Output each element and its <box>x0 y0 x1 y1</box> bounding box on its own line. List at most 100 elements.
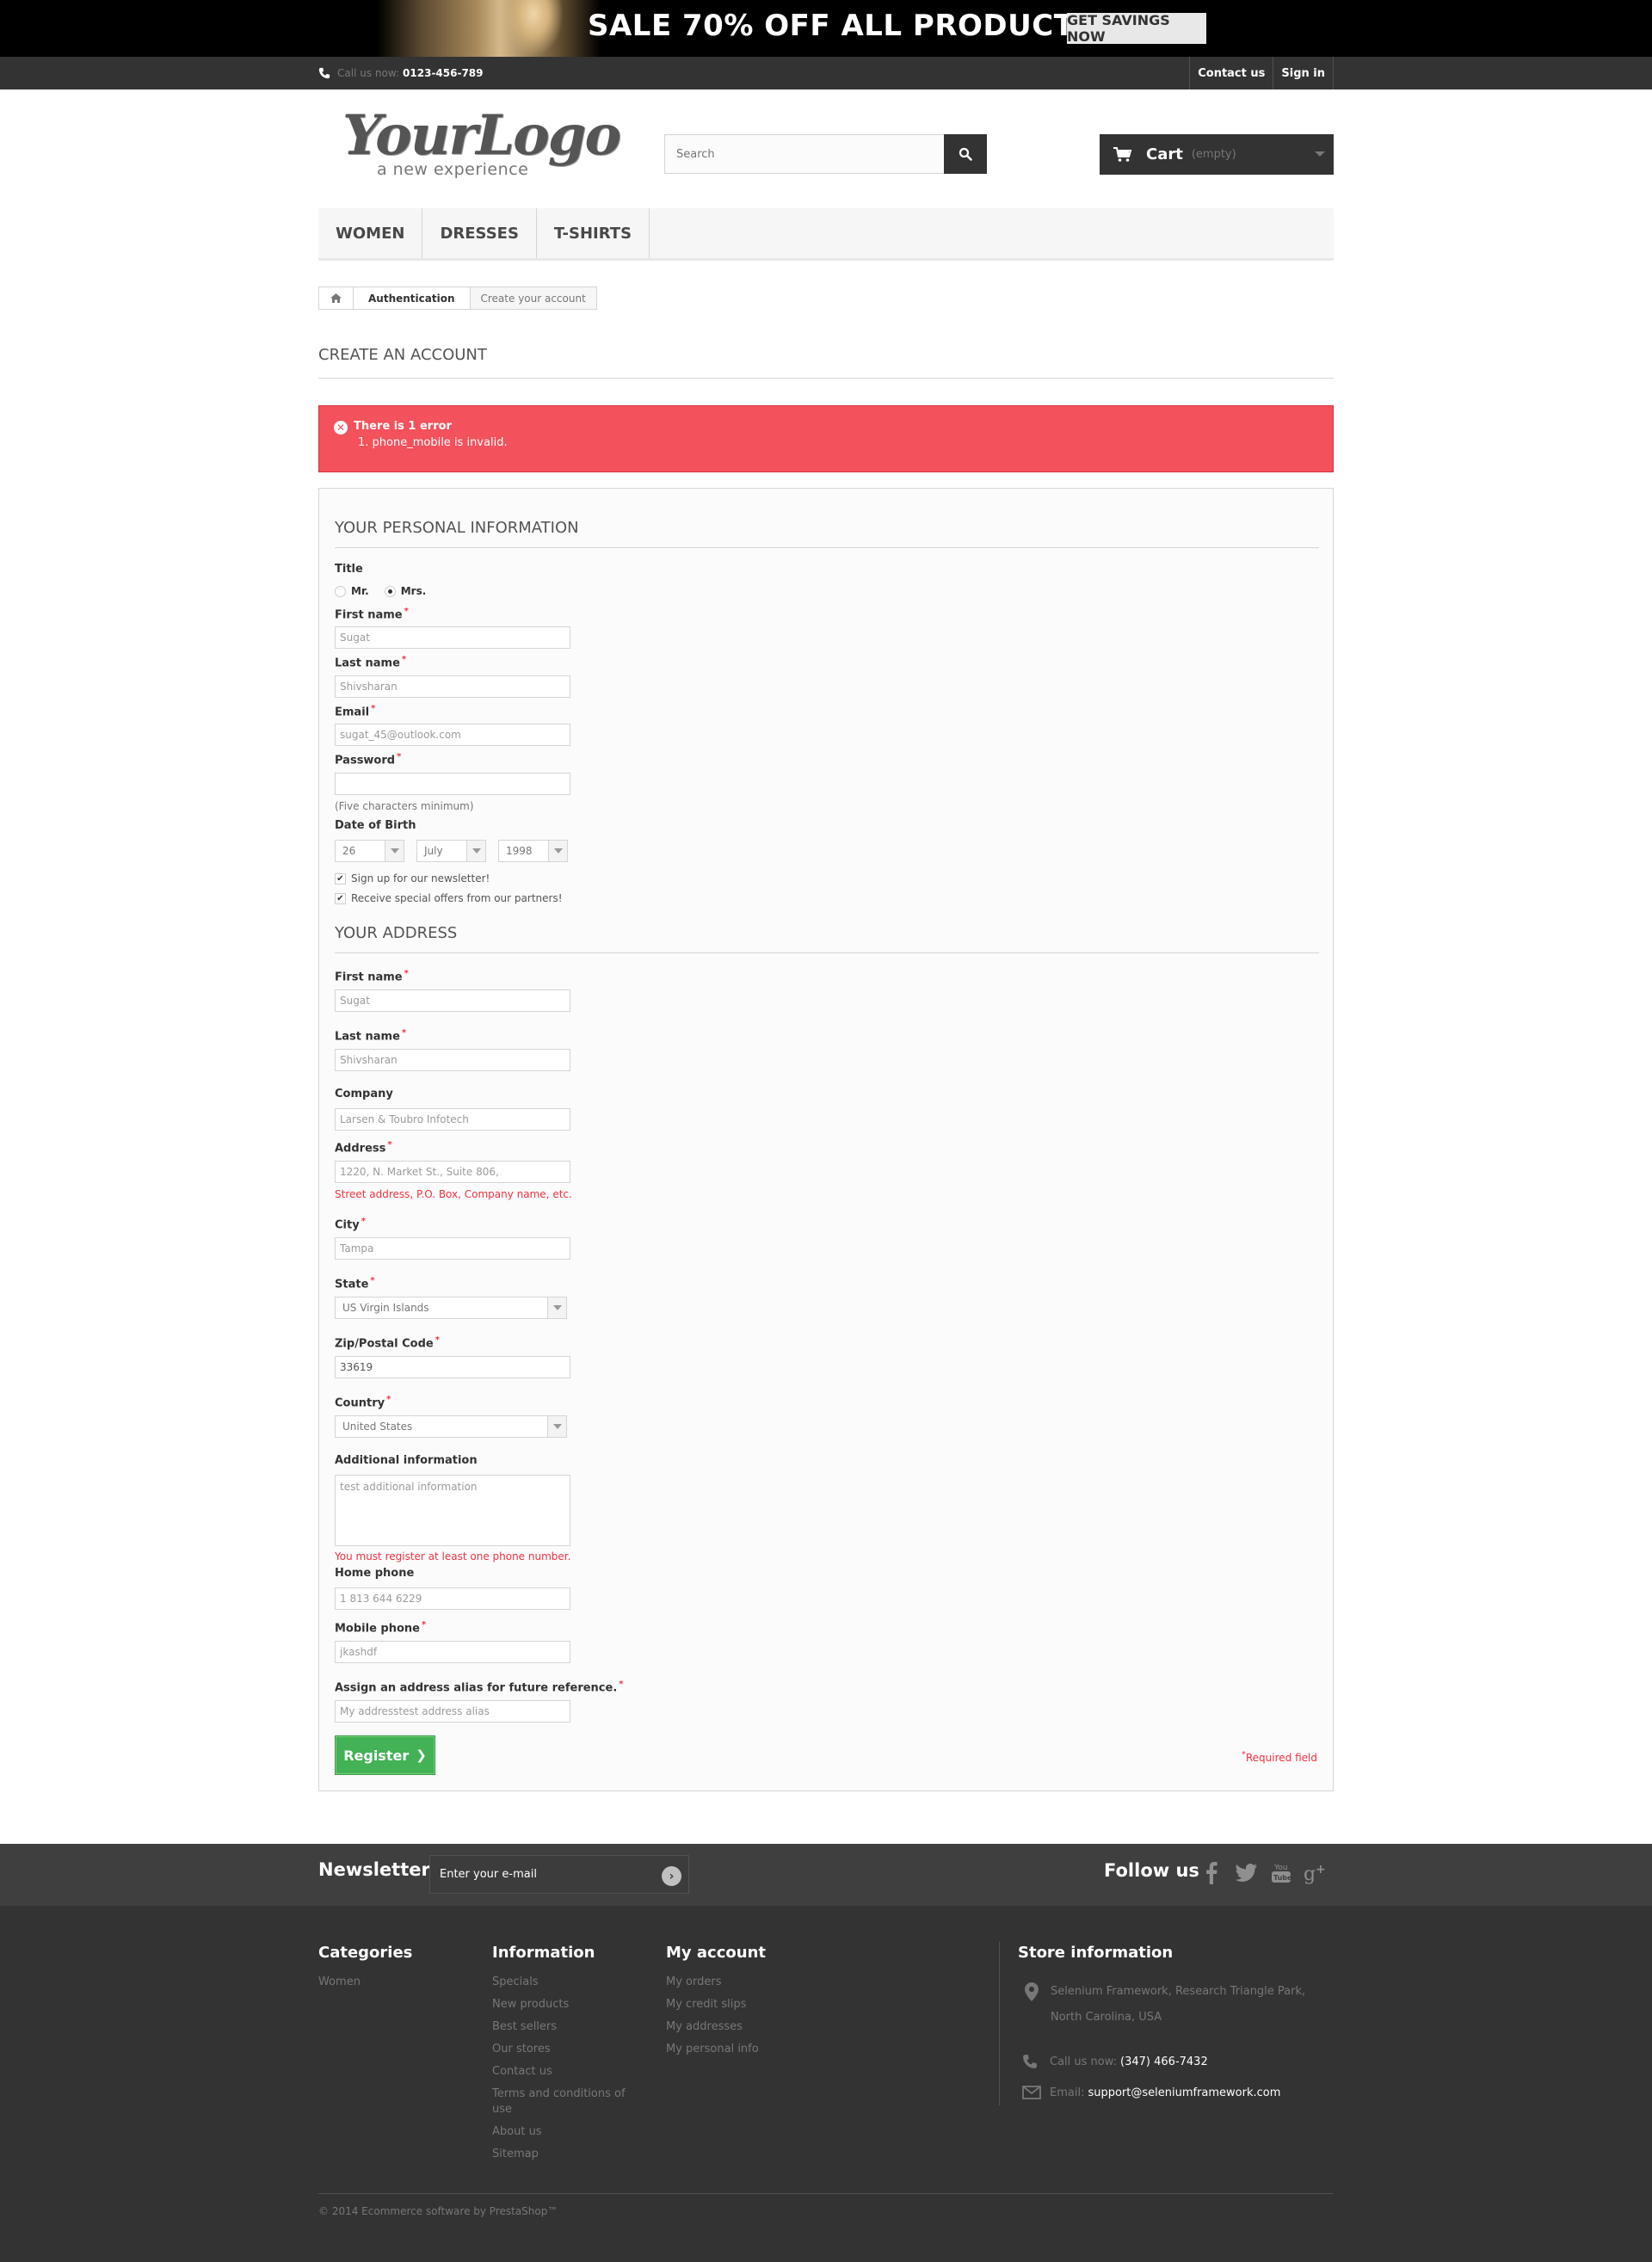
footer-link-terms[interactable]: Terms and conditions of use <box>492 2086 638 2117</box>
main-menu: Women Dresses T-shirts <box>318 208 1334 261</box>
title-label: Title <box>335 563 363 576</box>
additional-info-field[interactable]: test additional information <box>335 1475 570 1546</box>
required-field-note: *Required field <box>1241 1750 1317 1764</box>
dob-day-value: 26 <box>342 845 356 857</box>
addr-first-name-field[interactable] <box>335 989 570 1012</box>
first-name-field[interactable] <box>335 626 570 649</box>
newsletter-bar: Newsletter Enter your e-mail › Follow us… <box>0 1844 1652 1906</box>
menu-item-tshirts[interactable]: T-shirts <box>537 208 650 258</box>
promo-banner[interactable]: SALE 70% OFF ALL PRODUCTS GET SAVINGS NO… <box>0 0 1652 57</box>
nav-phone-number: 0123-456-789 <box>403 67 484 79</box>
twitter-icon[interactable] <box>1234 1861 1258 1885</box>
address-field[interactable] <box>335 1161 570 1183</box>
register-label: Register <box>343 1747 410 1764</box>
dropdown-arrow-icon <box>547 1416 566 1437</box>
footer-link-sitemap[interactable]: Sitemap <box>492 2147 539 2162</box>
company-label: Company <box>335 1088 393 1100</box>
footer-link-credit-slips[interactable]: My credit slips <box>666 1997 746 2012</box>
footer-bottom-divider <box>318 2193 1334 2194</box>
footer-link-our-stores[interactable]: Our stores <box>492 2042 551 2057</box>
home-phone-field[interactable] <box>335 1587 570 1610</box>
cart-icon <box>1113 146 1132 162</box>
address-heading: Your address <box>335 924 1319 953</box>
newsletter-checkbox[interactable]: ✔ <box>335 872 346 884</box>
dob-year-select[interactable]: 1998 <box>498 840 568 862</box>
home-phone-label: Home phone <box>335 1567 415 1580</box>
breadcrumb-home[interactable] <box>319 287 354 309</box>
cart-status: (empty) <box>1191 148 1236 161</box>
password-field[interactable] <box>335 773 570 795</box>
top-nav: Call us now: 0123-456-789 Contact us Sig… <box>0 57 1652 89</box>
follow-us-title: Follow us <box>1104 1860 1199 1881</box>
country-label: Country * <box>335 1395 391 1410</box>
addr-last-name-field[interactable] <box>335 1049 570 1071</box>
banner-image <box>377 0 601 57</box>
newsletter-submit-icon[interactable]: › <box>662 1866 681 1886</box>
last-name-field[interactable] <box>335 675 570 698</box>
register-button[interactable]: Register ❯ <box>335 1735 435 1775</box>
footer-link-about-us[interactable]: About us <box>492 2124 542 2140</box>
sign-in-link[interactable]: Sign in <box>1273 57 1334 89</box>
site-logo[interactable]: YourLogo a new experience <box>342 107 621 184</box>
footer-information-title: Information <box>492 1944 595 1962</box>
city-label: City * <box>335 1217 366 1232</box>
get-savings-button[interactable]: GET SAVINGS NOW <box>1067 12 1206 45</box>
store-email-link[interactable]: support@seleniumframework.com <box>1088 2086 1280 2099</box>
title-mr-radio[interactable] <box>335 585 346 597</box>
country-value: United States <box>342 1421 413 1433</box>
cart-label: Cart <box>1146 145 1183 163</box>
company-field[interactable] <box>335 1108 570 1131</box>
dob-day-select[interactable]: 26 <box>335 840 404 862</box>
banner-text: SALE 70% OFF ALL PRODUCTS <box>588 9 1096 43</box>
search-input[interactable] <box>664 134 944 174</box>
footer-link-best-sellers[interactable]: Best sellers <box>492 2019 557 2035</box>
newsletter-email-input[interactable]: Enter your e-mail › <box>429 1855 689 1894</box>
footer-link-personal-info[interactable]: My personal info <box>666 2042 759 2057</box>
breadcrumb: Authentication Create your account <box>318 287 597 310</box>
chevron-down-icon <box>1315 151 1325 157</box>
search-form <box>664 134 987 174</box>
error-alert: ✕ There is 1 error 1. phone_mobile is in… <box>318 405 1334 472</box>
zip-field[interactable] <box>335 1356 570 1378</box>
dob-month-value: July <box>424 845 443 857</box>
mobile-phone-field[interactable] <box>335 1641 570 1663</box>
footer-link-my-addresses[interactable]: My addresses <box>666 2019 743 2035</box>
state-select[interactable]: US Virgin Islands <box>335 1297 567 1319</box>
map-marker-icon <box>1025 1982 1039 2001</box>
newsletter-title: Newsletter <box>318 1859 430 1880</box>
email-field[interactable] <box>335 724 570 746</box>
footer-category-women[interactable]: Women <box>318 1975 361 1990</box>
facebook-icon[interactable] <box>1199 1861 1224 1885</box>
newsletter-placeholder: Enter your e-mail <box>440 1868 537 1881</box>
address-hint: Street address, P.O. Box, Company name, … <box>335 1188 572 1200</box>
offers-checkbox[interactable]: ✔ <box>335 892 346 904</box>
alias-field[interactable] <box>335 1700 570 1723</box>
cart-button[interactable]: Cart (empty) <box>1100 134 1334 175</box>
nav-phone: Call us now: 0123-456-789 <box>318 57 484 89</box>
contact-us-link[interactable]: Contact us <box>1189 57 1273 89</box>
city-field[interactable] <box>335 1237 570 1260</box>
zip-label: Zip/Postal Code * <box>335 1335 440 1351</box>
title-mrs-radio[interactable] <box>384 585 396 597</box>
footer-link-new-products[interactable]: New products <box>492 1997 569 2012</box>
error-icon: ✕ <box>334 421 348 435</box>
breadcrumb-current: Create your account <box>480 292 586 305</box>
dropdown-arrow-icon <box>466 841 485 861</box>
menu-item-women[interactable]: Women <box>318 208 423 258</box>
search-icon <box>959 147 972 161</box>
logo-tagline: a new experience <box>377 160 529 179</box>
country-select[interactable]: United States <box>335 1415 567 1438</box>
google-plus-icon[interactable]: g + <box>1303 1861 1327 1885</box>
menu-item-dresses[interactable]: Dresses <box>422 208 537 258</box>
footer-link-contact-us[interactable]: Contact us <box>492 2064 552 2080</box>
dob-month-select[interactable]: July <box>416 840 486 862</box>
newsletter-label: Sign up for our newsletter! <box>351 872 490 884</box>
search-button[interactable] <box>944 134 987 174</box>
offers-label: Receive special offers from our partners… <box>351 892 563 904</box>
footer-divider <box>999 1942 1000 2105</box>
footer-link-specials[interactable]: Specials <box>492 1975 539 1990</box>
breadcrumb-authentication[interactable]: Authentication <box>354 287 471 309</box>
footer-link-my-orders[interactable]: My orders <box>666 1975 721 1990</box>
youtube-icon[interactable]: You Tube <box>1269 1861 1293 1885</box>
svg-text:You: You <box>1273 1864 1288 1872</box>
